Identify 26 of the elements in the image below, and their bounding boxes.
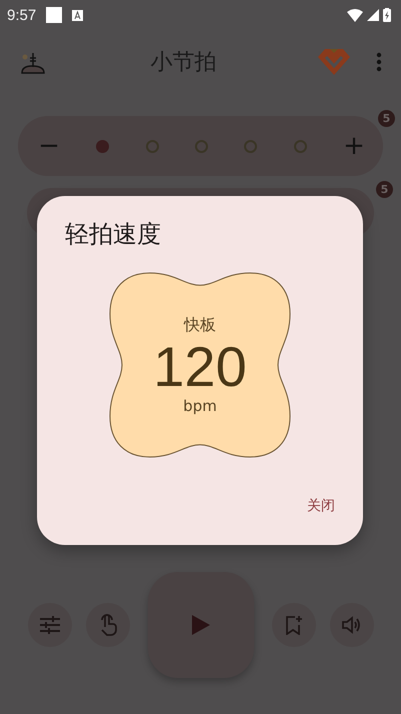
play-icon	[192, 615, 210, 635]
volume-icon[interactable]	[330, 603, 374, 647]
beat-dot[interactable]	[96, 140, 110, 152]
notification-icon	[46, 7, 62, 23]
beat-dot[interactable]	[146, 140, 159, 152]
status-time: 9:57	[7, 6, 36, 24]
wifi-icon	[347, 8, 363, 22]
tap-icon[interactable]	[86, 603, 130, 647]
bpm-unit: bpm	[183, 397, 217, 416]
minus-button[interactable]: −	[38, 131, 60, 161]
bpm-value: 120	[153, 336, 247, 398]
beat-dot[interactable]	[294, 140, 307, 152]
count-badge: 5	[378, 110, 395, 127]
play-button[interactable]	[148, 572, 254, 678]
close-button[interactable]: 关闭	[303, 491, 339, 521]
notification-icon	[72, 10, 84, 20]
battery-icon	[383, 8, 391, 22]
beat-dot[interactable]	[194, 140, 208, 152]
plus-button[interactable]: +	[342, 131, 365, 161]
bookmark-add-icon[interactable]	[272, 603, 316, 647]
beat-dot[interactable]	[244, 140, 258, 152]
count-badge: 5	[376, 181, 393, 198]
tempo-name: 快板	[184, 314, 216, 336]
signal-icon	[367, 9, 379, 21]
settings-icon[interactable]	[28, 603, 72, 647]
dialog-title: 轻拍速度	[65, 219, 161, 250]
